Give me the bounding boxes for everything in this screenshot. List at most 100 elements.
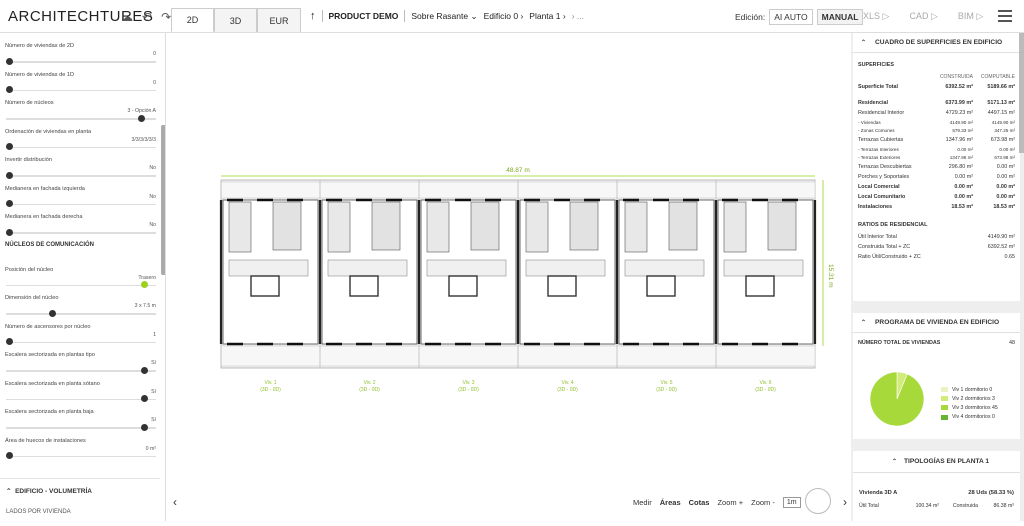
superficie-row: Terrazas Descubiertas 296.80 m² 0.00 m² — [858, 164, 1015, 170]
undo-icon[interactable]: ↶ — [142, 10, 152, 24]
legend-item: Viv 3 dormitorios 45 — [941, 403, 998, 412]
param-label: Escalera sectorizada en planta baja — [5, 409, 94, 415]
cloud-upload-icon[interactable]: ☁ — [121, 10, 133, 24]
project-name[interactable]: PRODUCT DEMO — [329, 11, 399, 21]
tipologias-header[interactable]: ⌃ TIPOLOGÍAS EN PLANTA 1 — [853, 451, 1020, 473]
param-row: Escalera sectorizada en plantas tipo Sí — [0, 342, 165, 374]
tipologia-row[interactable]: Vivienda 3D A 28 Uds (58.33 %) — [853, 473, 1020, 499]
edition-label: Edición: — [735, 12, 766, 22]
tab-3d[interactable]: 3D — [214, 8, 257, 32]
param-slider-handle[interactable] — [6, 228, 13, 236]
breadcrumb: ↑ PRODUCT DEMO Sobre Rasante ⌄ Edificio … — [310, 10, 584, 22]
superficie-row: - Terrazas Exteriores 1347.96 m² 673.98 m² — [858, 155, 1015, 161]
ratios-title: RATIOS DE RESIDENCIAL — [858, 222, 928, 228]
param-label: Número de ascensores por núcleo — [5, 323, 91, 330]
param-slider-track[interactable] — [6, 455, 156, 457]
zoom-out-button[interactable]: Zoom - — [751, 498, 775, 507]
next-arrow-icon[interactable]: › — [843, 495, 847, 509]
room — [371, 201, 401, 251]
param-value: 3 x 7.5 m — [134, 303, 156, 309]
param-label: Medianera en fachada derecha — [5, 214, 83, 220]
volumetria-section: ⌃ EDIFICIO - VOLUMETRÍA LADOS POR VIVIEN… — [0, 478, 160, 521]
param-label: Área de huecos de instalaciones — [5, 437, 86, 444]
param-label: Escalera sectorizada en plantas tipo — [5, 352, 95, 358]
unit-code: (3D - 0D) — [557, 387, 578, 393]
ai-auto-button[interactable]: AI AUTO — [769, 9, 813, 25]
superficie-row: Local Comunitario 0.00 m² 0.00 m² — [858, 194, 1015, 200]
superficies-card: ⌃ CUADRO DE SUPERFICIES EN EDIFICIO SUPER… — [853, 33, 1020, 301]
menu-icon[interactable] — [998, 10, 1012, 25]
redo-icon[interactable]: ↷ — [161, 10, 171, 24]
superficie-row: Porches y Soportales 0.00 m² 0.00 m² — [858, 174, 1015, 180]
programa-header[interactable]: ⌃ PROGRAMA DE VIVIENDA EN EDIFICIO — [853, 313, 1020, 333]
measure-button[interactable]: Medir — [633, 498, 652, 507]
param-value: 0 m² — [145, 445, 156, 452]
param-value: No — [149, 165, 156, 171]
areas-button[interactable]: Áreas — [660, 498, 681, 507]
tipologia-areas-row: Útil Total 100.34 m² Construida 86.38 m² — [859, 503, 1014, 509]
legend-item: Viv 2 dormitorios 3 — [941, 394, 998, 403]
param-value: Sí — [151, 360, 156, 366]
pie-slice — [869, 371, 925, 427]
parameters-panel: Número de viviendas de 2D 0 Número de vi… — [0, 33, 166, 521]
left-scrollbar[interactable] — [161, 125, 165, 275]
room — [767, 201, 797, 251]
tab-eur[interactable]: EUR — [257, 8, 301, 32]
planta-select[interactable]: Planta 1 › — [529, 11, 565, 21]
param-label: Ordenación de viviendas en planta — [5, 128, 92, 135]
room — [624, 201, 648, 253]
arrow-up-icon[interactable]: ↑ — [310, 10, 316, 22]
unit-code: (3D - 0D) — [260, 387, 281, 393]
export-bim-button[interactable]: BIM ▷ — [958, 11, 983, 22]
unit-code: (3D - 0D) — [359, 387, 380, 393]
edificio-select[interactable]: Edificio 0 › — [484, 11, 524, 21]
superficie-row: Terrazas Cubiertas 1347.96 m² 673.98 m² — [858, 137, 1015, 143]
export-cad-button[interactable]: CAD ▷ — [909, 11, 937, 22]
section-volumetria[interactable]: ⌃ EDIFICIO - VOLUMETRÍA — [0, 479, 160, 495]
superficie-row: Superficie Total 6392.52 m² 5189.66 m² — [858, 84, 1015, 90]
room — [723, 201, 747, 253]
superficies-header[interactable]: ⌃ CUADRO DE SUPERFICIES EN EDIFICIO — [853, 33, 1020, 53]
param-label: Número de núcleos — [5, 100, 54, 106]
param-row: Escalera sectorizada en planta baja Sí — [0, 399, 165, 431]
param-value: 0 — [153, 51, 156, 57]
right-scrollbar[interactable] — [1019, 33, 1024, 153]
superficie-row: - Viviendas 4149.90 m² 4149.90 m² — [858, 119, 1015, 125]
section-nucleos[interactable]: NÚCLEOS DE COMUNICACIÓN — [0, 233, 165, 257]
cotas-button[interactable]: Cotas — [689, 498, 710, 507]
superficie-row: Residencial Interior 4729.23 m² 4497.15 m² — [858, 110, 1015, 116]
param-value: 3 - Opción A — [127, 108, 156, 114]
param-row: Medianera en fachada izquierda No — [0, 176, 165, 207]
rasante-select[interactable]: Sobre Rasante ⌄ — [411, 11, 477, 22]
corridor — [426, 259, 507, 277]
room — [569, 201, 599, 251]
param-row: Invertir distribución No — [0, 147, 165, 179]
param-value: 0 — [153, 79, 156, 86]
superficies-header-row: CONSTRUIDA COMPUTABLE — [939, 74, 1015, 80]
ratio-row: Ratio Útil/Construido + ZC 0.65 — [858, 254, 1015, 260]
plan-canvas[interactable]: 48.87 m 15.31 m Viv. 1 (3D - 0D) Viv. 2 (3D -… — [167, 33, 850, 521]
core — [250, 275, 280, 297]
zoom-in-button[interactable]: Zoom + — [717, 498, 743, 507]
unit-label: Viv. 1 — [264, 380, 276, 386]
param-row: Número de ascensores por núcleo 1 — [0, 314, 165, 345]
param-slider-handle[interactable] — [6, 452, 13, 459]
prev-arrow-icon[interactable]: ‹ — [173, 495, 177, 509]
top-bar: ARCHITECHTURES ☁ ↶ ↷ 2D 3D EUR ↑ PRODUCT… — [0, 0, 1024, 33]
corridor — [228, 259, 309, 277]
unit-label: Viv. 5 — [660, 380, 672, 386]
floor-plan[interactable]: 48.87 m15.31 mViv. 1(3D - 0D)Viv. 2(3D -… — [167, 33, 850, 521]
room — [668, 201, 698, 251]
more-select[interactable]: › ... — [572, 11, 584, 21]
manual-button[interactable]: MANUAL — [816, 9, 864, 25]
superficie-row: Local Comercial 0.00 m² 0.00 m² — [858, 184, 1015, 190]
export-xls-button[interactable]: XLS ▷ — [863, 11, 889, 22]
compass-icon[interactable] — [805, 488, 831, 514]
corridor — [525, 259, 606, 277]
tab-2d[interactable]: 2D — [171, 8, 214, 32]
parameters-group: Número de viviendas de 2D 0 Número de vi… — [0, 33, 165, 236]
core — [745, 275, 775, 297]
param-row: Dimensión del núcleo 3 x 7.5 m — [0, 285, 165, 317]
param-slider-track[interactable] — [6, 232, 156, 234]
ratio-row: Útil Interior Total 4149.90 m² — [858, 234, 1015, 240]
